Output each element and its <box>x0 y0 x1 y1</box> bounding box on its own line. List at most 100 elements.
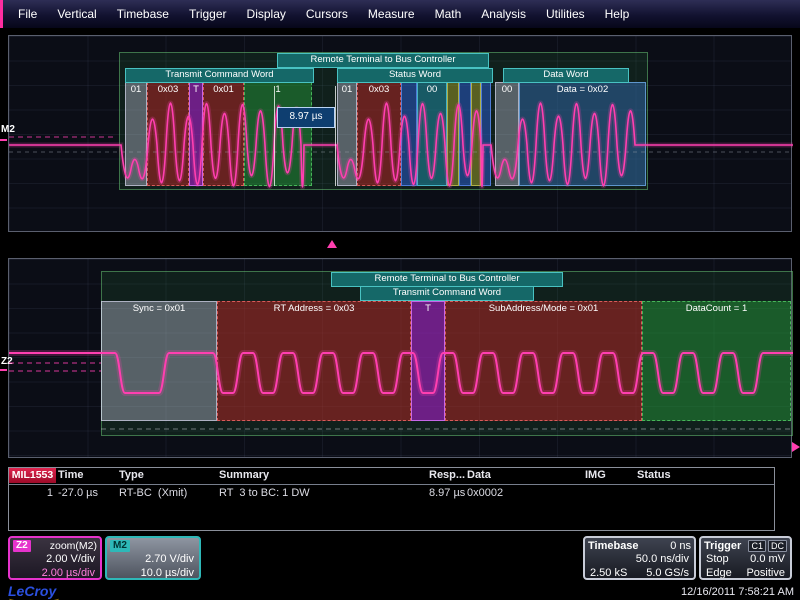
z2-trace-label: Z2 <box>1 356 13 367</box>
zoom-field-rt-address: RT Address = 0x03 <box>217 301 411 421</box>
menu-item-utilities[interactable]: Utilities <box>536 7 595 21</box>
decode-field-status-sync: 01 <box>337 82 357 186</box>
timebase-samples: 2.50 kS <box>590 566 627 580</box>
col-header-data: Data <box>467 469 491 481</box>
top-waveform-grid[interactable]: Remote Terminal to Bus Controller Transm… <box>8 35 792 232</box>
menu-item-file[interactable]: File <box>8 7 47 21</box>
decode-field-cmd-tr: T <box>189 82 203 186</box>
menu-item-help[interactable]: Help <box>595 7 640 21</box>
trigger-slope: Positive <box>746 566 785 580</box>
row-time: -27.0 µs <box>58 487 98 499</box>
decode-field-label: 00 <box>418 84 446 95</box>
zoom-field-subaddress: SubAddress/Mode = 0x01 <box>445 301 642 421</box>
z2-trace-level-tick <box>0 369 7 371</box>
menu-item-analysis[interactable]: Analysis <box>471 7 536 21</box>
menu-bar: File Vertical Timebase Trigger Display C… <box>0 0 800 28</box>
decode-bit-field <box>481 82 491 186</box>
decode-field-label: Sync = 0x01 <box>102 303 216 314</box>
response-time-readout: 8.97 µs <box>277 107 335 128</box>
zoom-word-banner: Transmit Command Word <box>360 286 534 301</box>
menu-item-cursors[interactable]: Cursors <box>296 7 358 21</box>
trigger-type: Edge <box>706 566 732 580</box>
decode-field-data-value: Data = 0x02 <box>519 82 646 186</box>
decode-field-cmd-subaddr: 0x01 <box>203 82 244 186</box>
z2-chip: Z2 <box>13 540 31 552</box>
zoom-field-datacount: DataCount = 1 <box>642 301 791 421</box>
decode-field-label: SubAddress/Mode = 0x01 <box>446 303 641 314</box>
z2-descriptor-box[interactable]: Z2 zoom(M2) 2.00 V/div 2.00 µs/div <box>8 536 102 580</box>
menu-accent-bar <box>0 0 3 28</box>
col-header-resp: Resp... <box>429 469 465 481</box>
menu-item-display[interactable]: Display <box>237 7 296 21</box>
decode-word-banner-command: Transmit Command Word <box>125 68 314 83</box>
decode-field-label: T <box>190 84 202 95</box>
z2-tdiv: 2.00 µs/div <box>10 566 100 580</box>
row-resp: 8.97 µs <box>429 487 465 499</box>
decode-field-label: DataCount = 1 <box>643 303 790 314</box>
decode-field-status-rtaddr: 0x03 <box>357 82 401 186</box>
decode-field-status-flags: 00 <box>417 82 447 186</box>
decode-field-label: RT Address = 0x03 <box>218 303 410 314</box>
trigger-coupling-chip: DC <box>768 540 787 552</box>
decode-field-cmd-rtaddr: 0x03 <box>147 82 189 186</box>
m2-tdiv: 10.0 µs/div <box>107 566 199 580</box>
row-type: RT-BC (Xmit) <box>119 487 187 499</box>
measure-gate-right <box>335 86 336 186</box>
m2-descriptor-box[interactable]: M2 2.70 V/div 10.0 µs/div <box>105 536 201 580</box>
menu-item-trigger[interactable]: Trigger <box>179 7 237 21</box>
menu-item-timebase[interactable]: Timebase <box>107 7 179 21</box>
timebase-title: Timebase <box>588 540 639 552</box>
timebase-descriptor-box[interactable]: Timebase 0 ns 50.0 ns/div 2.50 kS 5.0 GS… <box>583 536 696 580</box>
m2-vdiv: 2.70 V/div <box>107 552 199 566</box>
timebase-offset: 0 ns <box>670 540 691 552</box>
datetime-display: 12/16/2011 7:58:21 AM <box>681 586 794 598</box>
m2-trace-label: M2 <box>1 124 15 135</box>
trigger-position-marker[interactable] <box>327 240 337 248</box>
decode-table: MIL1553 Time Type Summary Resp... Data I… <box>8 467 775 531</box>
decode-field-cmd-sync: 01 <box>125 82 147 186</box>
decode-bit-field <box>471 82 481 186</box>
zoom-waveform-grid[interactable]: Remote Terminal to Bus Controller Transm… <box>8 258 792 458</box>
decode-bit-field <box>447 82 459 186</box>
zoom-field-sync: Sync = 0x01 <box>101 301 217 421</box>
z2-title: zoom(M2) <box>50 540 97 552</box>
decode-bit-field <box>401 82 417 186</box>
menu-item-math[interactable]: Math <box>425 7 472 21</box>
trigger-descriptor-box[interactable]: Trigger C1DC Stop 0.0 mV Edge Positive <box>699 536 792 580</box>
timebase-edge-arrow <box>792 442 800 452</box>
decode-bit-field <box>459 82 471 186</box>
decode-table-badge[interactable]: MIL1553 <box>9 468 56 483</box>
row-data: 0x0002 <box>467 487 503 499</box>
trigger-source-chip: C1 <box>748 540 766 552</box>
decode-word-banner-data: Data Word <box>503 68 629 83</box>
trigger-level: 0.0 mV <box>750 552 785 566</box>
timebase-tdiv: 50.0 ns/div <box>585 552 694 566</box>
decode-field-label: T <box>412 303 444 314</box>
decode-field-label: 0x03 <box>148 84 188 95</box>
decode-message-banner: Remote Terminal to Bus Controller <box>277 53 489 68</box>
decode-word-banner-status: Status Word <box>337 68 493 83</box>
decode-field-label: 00 <box>496 84 518 95</box>
trigger-title: Trigger <box>704 540 741 552</box>
menu-item-vertical[interactable]: Vertical <box>47 7 106 21</box>
timebase-rate: 5.0 GS/s <box>646 566 689 580</box>
table-header-divider <box>9 484 774 485</box>
m2-chip: M2 <box>110 540 130 552</box>
col-header-type: Type <box>119 469 144 481</box>
col-header-summary: Summary <box>219 469 269 481</box>
row-index: 1 <box>37 487 53 499</box>
zoom-field-tr: T <box>411 301 445 421</box>
col-header-status: Status <box>637 469 671 481</box>
menu-item-measure[interactable]: Measure <box>358 7 425 21</box>
decode-field-label: 1 <box>245 84 311 95</box>
col-header-img: IMG <box>585 469 606 481</box>
decode-field-label: 01 <box>126 84 146 95</box>
decode-field-label: 01 <box>338 84 356 95</box>
col-header-time: Time <box>58 469 83 481</box>
measure-gate-left <box>274 86 275 186</box>
zoom-message-banner: Remote Terminal to Bus Controller <box>331 272 563 287</box>
decode-field-label: 0x03 <box>358 84 400 95</box>
lecroy-logo-swoosh <box>9 594 59 600</box>
m2-trace-level-tick <box>0 139 7 141</box>
row-summary: RT 3 to BC: 1 DW <box>219 487 310 499</box>
